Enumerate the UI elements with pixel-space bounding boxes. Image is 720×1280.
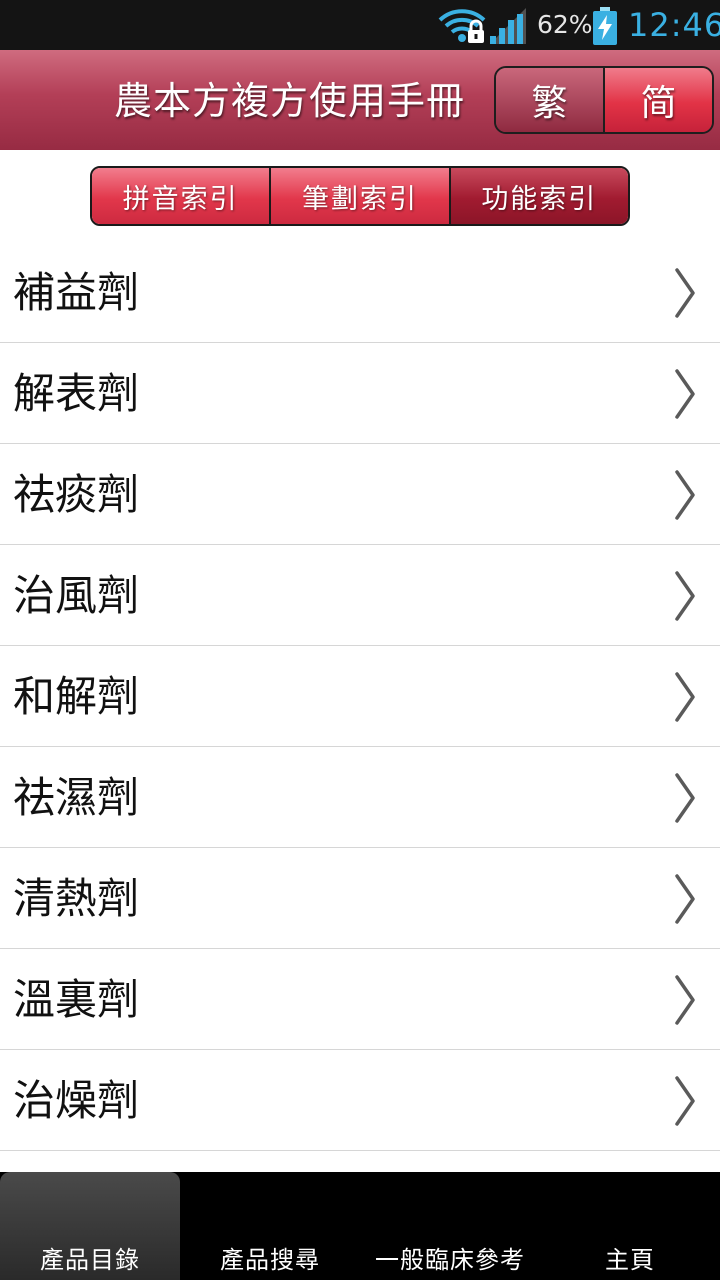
status-clock: 12:46 xyxy=(628,6,720,44)
list-item-label: 和解劑 xyxy=(13,672,140,721)
list-item-label: 祛痰劑 xyxy=(13,470,140,519)
tab-home[interactable]: 主頁 xyxy=(540,1172,720,1280)
list-item-label: 解表劑 xyxy=(13,369,140,418)
list-item-label: 祛濕劑 xyxy=(13,773,140,822)
wifi-lock-icon xyxy=(438,9,486,43)
chevron-right-icon xyxy=(675,571,695,621)
tab-clinical-reference[interactable]: 一般臨床參考 xyxy=(360,1172,540,1280)
simplified-chinese-button[interactable]: 简 xyxy=(603,68,712,132)
list-item-label: 治風劑 xyxy=(13,571,140,620)
list-item[interactable]: 治燥劑 xyxy=(0,1050,720,1151)
app-screen: 62% 12:46 農本方複方使用手冊 繁 简 拼音索引 筆劃索引 功能索引 補… xyxy=(0,0,720,1280)
chevron-right-icon xyxy=(675,268,695,318)
list-item[interactable]: 祛濕劑 xyxy=(0,747,720,848)
index-segmented-control: 拼音索引 筆劃索引 功能索引 xyxy=(90,166,630,226)
chevron-right-icon xyxy=(675,470,695,520)
battery-charging-icon xyxy=(593,7,617,45)
language-toggle: 繁 简 xyxy=(494,66,714,134)
tab-product-catalog[interactable]: 產品目錄 xyxy=(0,1172,180,1280)
list-item[interactable]: 清熱劑 xyxy=(0,848,720,949)
list-item[interactable]: 和解劑 xyxy=(0,646,720,747)
category-list: 補益劑 解表劑 祛痰劑 治風劑 和解劑 祛濕劑 清熱劑 溫裏劑 治燥劑 xyxy=(0,242,720,1151)
tab-label: 產品目錄 xyxy=(40,1246,140,1274)
tab-label: 產品搜尋 xyxy=(220,1246,320,1274)
tab-product-search[interactable]: 產品搜尋 xyxy=(180,1172,360,1280)
list-item-label: 補益劑 xyxy=(13,268,140,317)
list-item[interactable]: 溫裏劑 xyxy=(0,949,720,1050)
battery-percent: 62% xyxy=(537,10,593,39)
list-item[interactable]: 解表劑 xyxy=(0,343,720,444)
chevron-right-icon xyxy=(675,975,695,1025)
app-header: 農本方複方使用手冊 繁 简 xyxy=(0,50,720,150)
list-item-label: 溫裏劑 xyxy=(13,975,140,1024)
chevron-right-icon xyxy=(675,773,695,823)
traditional-chinese-button[interactable]: 繁 xyxy=(496,68,603,132)
app-title: 農本方複方使用手冊 xyxy=(114,79,466,123)
tab-label: 一般臨床參考 xyxy=(375,1246,525,1274)
list-item-label: 治燥劑 xyxy=(13,1076,140,1125)
list-item[interactable]: 治風劑 xyxy=(0,545,720,646)
chevron-right-icon xyxy=(675,1076,695,1126)
chevron-right-icon xyxy=(675,874,695,924)
tab-pinyin-index[interactable]: 拼音索引 xyxy=(92,168,270,224)
chevron-right-icon xyxy=(675,672,695,722)
list-item[interactable]: 祛痰劑 xyxy=(0,444,720,545)
bottom-tab-bar: 產品目錄 產品搜尋 一般臨床參考 主頁 xyxy=(0,1172,720,1280)
chevron-right-icon xyxy=(675,369,695,419)
signal-icon xyxy=(490,8,526,44)
tab-function-index[interactable]: 功能索引 xyxy=(448,168,628,224)
list-item[interactable]: 補益劑 xyxy=(0,242,720,343)
tab-stroke-index[interactable]: 筆劃索引 xyxy=(269,168,449,224)
list-item-label: 清熱劑 xyxy=(13,874,140,923)
tab-label: 主頁 xyxy=(605,1246,655,1274)
status-bar: 62% 12:46 xyxy=(0,0,720,50)
